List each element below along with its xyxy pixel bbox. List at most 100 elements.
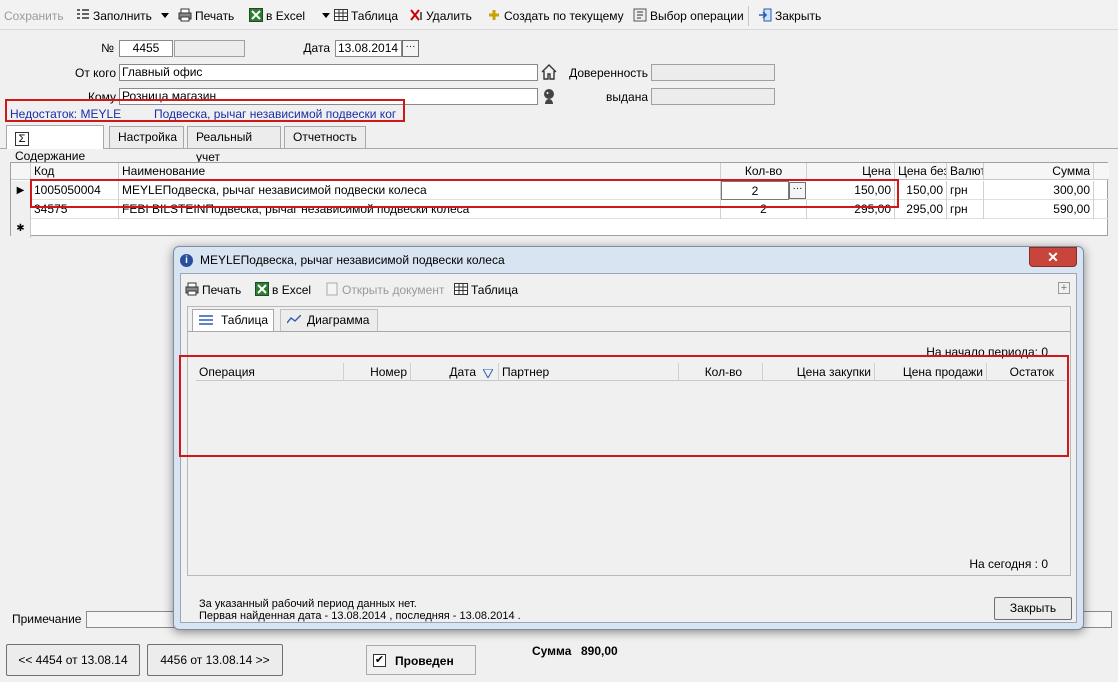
print-button[interactable]: Печать — [178, 8, 234, 24]
tab-reporting[interactable]: Отчетность — [284, 126, 366, 148]
operation-icon — [633, 8, 647, 22]
dialog-tab-table[interactable]: Таблица — [192, 309, 274, 331]
dialog-excel-label: в Excel — [272, 283, 312, 297]
today-label: На сегодня : 0 — [969, 557, 1048, 571]
select-operation-label: Выбор операции — [650, 9, 744, 23]
table-label: Таблица — [351, 9, 399, 23]
dialog-tab-chart[interactable]: Диаграмма — [280, 309, 378, 331]
highlight-box-row — [30, 179, 899, 208]
tab-real-accounting-label: Реальный учет — [196, 130, 253, 164]
dialog-excel-button[interactable]: в Excel — [255, 282, 311, 297]
fill-button[interactable]: Заполнить — [76, 8, 170, 24]
dialog-close-icon[interactable]: ✕ — [1029, 247, 1077, 267]
dialog-tabs-baseline — [188, 331, 1070, 332]
new-row[interactable]: ✱ — [11, 219, 1109, 238]
home-icon[interactable] — [541, 64, 557, 83]
list-icon — [199, 311, 213, 331]
save-label: Сохранить — [4, 9, 64, 23]
grid-corner — [11, 163, 31, 180]
dialog-tab-table-label: Таблица — [221, 313, 269, 327]
posted-label: Проведен — [395, 654, 454, 668]
posted-box: ✔ Проведен — [366, 645, 476, 675]
cell-sum[interactable]: 300,00 — [984, 181, 1094, 200]
tab-reporting-label: Отчетность — [293, 130, 357, 144]
col-currency-header[interactable]: Валют — [947, 163, 984, 180]
issued-field[interactable] — [651, 88, 775, 105]
tab-settings[interactable]: Настройка — [109, 126, 184, 148]
chevron-down-icon[interactable] — [161, 13, 170, 18]
row-header — [11, 200, 31, 219]
highlight-box-history — [179, 355, 1069, 457]
power-field[interactable] — [651, 64, 775, 81]
cell-price-wo[interactable]: 295,00 — [895, 200, 947, 219]
cell-sum[interactable]: 590,00 — [984, 200, 1094, 219]
dialog-table-button[interactable]: Таблица — [454, 282, 518, 297]
note-label: Примечание — [12, 612, 82, 626]
cell-currency[interactable]: грн — [947, 200, 984, 219]
line-chart-icon — [286, 311, 302, 331]
dialog-table-label: Таблица — [471, 283, 519, 297]
create-current-label: Создать по текущему — [504, 9, 624, 23]
col-sum-header[interactable]: Сумма — [984, 163, 1094, 180]
dialog-title: MEYLEПодвеска, рычаг независимой подвеск… — [200, 253, 505, 267]
delete-button[interactable]: Удалить — [409, 8, 472, 24]
power-label: Доверенность — [569, 66, 648, 80]
close-label: Закрыть — [775, 9, 822, 23]
cell-currency[interactable]: грн — [947, 181, 984, 200]
date-field[interactable]: 13.08.2014 — [335, 40, 402, 57]
delete-label: Удалить — [426, 9, 472, 23]
table-icon — [454, 282, 468, 296]
col-code-header[interactable]: Код — [31, 163, 119, 180]
fill-label: Заполнить — [93, 9, 152, 23]
dialog-print-button[interactable]: Печать — [185, 282, 241, 297]
save-button[interactable]: Сохранить — [4, 8, 64, 24]
issued-label: выдана — [606, 90, 648, 104]
print-label: Печать — [195, 9, 235, 23]
chevron-down-icon[interactable] — [322, 13, 331, 18]
no-data-message: За указанный рабочий период данных нет. — [199, 598, 417, 610]
close-button[interactable]: Закрыть — [758, 8, 821, 24]
highlight-box-shortage — [5, 99, 405, 122]
date-range-message: Первая найденная дата - 13.08.2014 , пос… — [199, 610, 521, 622]
excel-button[interactable]: в Excel — [249, 8, 331, 24]
info-icon: i — [180, 254, 193, 267]
from-field[interactable]: Главный офис — [119, 64, 538, 81]
sum-value: 890,00 — [581, 644, 618, 658]
toolbar-divider — [748, 6, 749, 26]
printer-icon — [185, 282, 199, 296]
table-icon — [334, 8, 348, 22]
tab-content-label: Содержание — [15, 149, 86, 163]
create-current-button[interactable]: Создать по текущему — [487, 8, 624, 24]
date-picker-button[interactable]: ··· — [402, 40, 419, 57]
col-price-header[interactable]: Цена — [807, 163, 895, 180]
fill-icon — [76, 8, 90, 22]
row-pointer-icon: ▶ — [11, 181, 31, 200]
posted-checkbox[interactable]: ✔ — [373, 654, 386, 667]
expand-icon[interactable]: + — [1058, 282, 1070, 294]
printer-icon — [178, 8, 192, 22]
excel-label: в Excel — [266, 9, 306, 23]
date-label: Дата — [303, 41, 330, 55]
dialog-print-label: Печать — [202, 283, 242, 297]
excel-icon — [249, 8, 263, 22]
number-suffix-field[interactable] — [174, 40, 245, 57]
plus-icon — [487, 8, 501, 22]
col-price-wo-header[interactable]: Цена без — [895, 163, 947, 180]
select-operation-button[interactable]: Выбор операции — [633, 8, 744, 24]
tab-real-accounting[interactable]: Реальный учет — [187, 126, 281, 164]
prev-document-button[interactable]: << 4454 от 13.08.14 — [6, 644, 140, 676]
number-field[interactable]: 4455 — [119, 40, 173, 57]
col-qty-header[interactable]: Кол-во — [721, 163, 807, 180]
col-name-header[interactable]: Наименование — [119, 163, 721, 180]
tabs-baseline — [0, 148, 1118, 149]
cell-price-wo[interactable]: 150,00 — [895, 181, 947, 200]
dialog-open-document-button[interactable]: Открыть документ — [325, 282, 444, 297]
sigma-icon: Σ — [15, 132, 29, 146]
next-document-button[interactable]: 4456 от 13.08.14 >> — [147, 644, 283, 676]
table-button[interactable]: Таблица — [334, 8, 398, 24]
person-icon[interactable] — [542, 88, 556, 107]
excel-icon — [255, 282, 269, 296]
tab-content[interactable]: Σ Содержание — [6, 125, 104, 163]
dialog-close-button[interactable]: Закрыть — [994, 597, 1072, 620]
delete-icon — [409, 8, 423, 22]
